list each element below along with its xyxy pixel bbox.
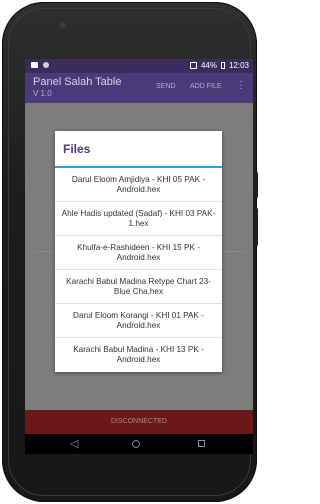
back-icon[interactable]: ◁ [70,437,78,450]
sync-icon [43,62,49,68]
front-camera-icon [60,22,66,28]
clock: 12:03 [228,61,249,70]
file-item[interactable]: Karachi Babul Madina - KHI 13 PK - Andro… [55,338,222,372]
file-item[interactable]: Karachi Babul Madina Retype Chart 23- Bl… [55,270,222,304]
add-file-button[interactable]: ADD FILE [190,83,222,90]
recent-apps-icon[interactable] [198,440,205,447]
file-item[interactable]: Darul Eloom Amjidiya - KHI 05 PAK - Andr… [55,168,222,202]
battery-icon [220,62,225,69]
volume-key [255,172,258,198]
nav-bar: ◁ [25,434,253,454]
file-list: Darul Eloom Amjidiya - KHI 05 PAK - Andr… [55,168,222,372]
send-button[interactable]: SEND [156,83,175,90]
app-title: Panel Salah Table [33,76,122,88]
phone-frame: 44% 12:03 Panel Salah Table V 1.0 SEND A… [2,2,258,502]
connection-status-bar: DISCONNECTED [25,410,253,434]
file-item[interactable]: Ahle Hadis updated (Sadaf) - KHI 03 PAK-… [55,202,222,236]
dialog-title: Files [63,142,91,156]
battery-percent: 44% [200,61,217,70]
file-item[interactable]: Darul Eloom Korangi - KHI 01 PAK - Andro… [55,304,222,338]
app-bar: Panel Salah Table V 1.0 SEND ADD FILE ⋮ [25,73,253,103]
home-icon[interactable] [132,440,140,448]
status-bar: 44% 12:03 [25,59,253,73]
app-version: V 1.0 [33,89,52,98]
status-left [31,62,49,68]
no-sim-icon [189,62,197,69]
more-options-icon[interactable]: ⋮ [236,81,246,91]
file-item[interactable]: Khulfa-e-Rashideen - KHI 15 PK - Android… [55,236,222,270]
status-right: 44% 12:03 [189,61,249,70]
notification-icon [31,62,38,68]
power-key [255,208,258,246]
files-dialog: Files Darul Eloom Amjidiya - KHI 05 PAK … [55,131,222,372]
